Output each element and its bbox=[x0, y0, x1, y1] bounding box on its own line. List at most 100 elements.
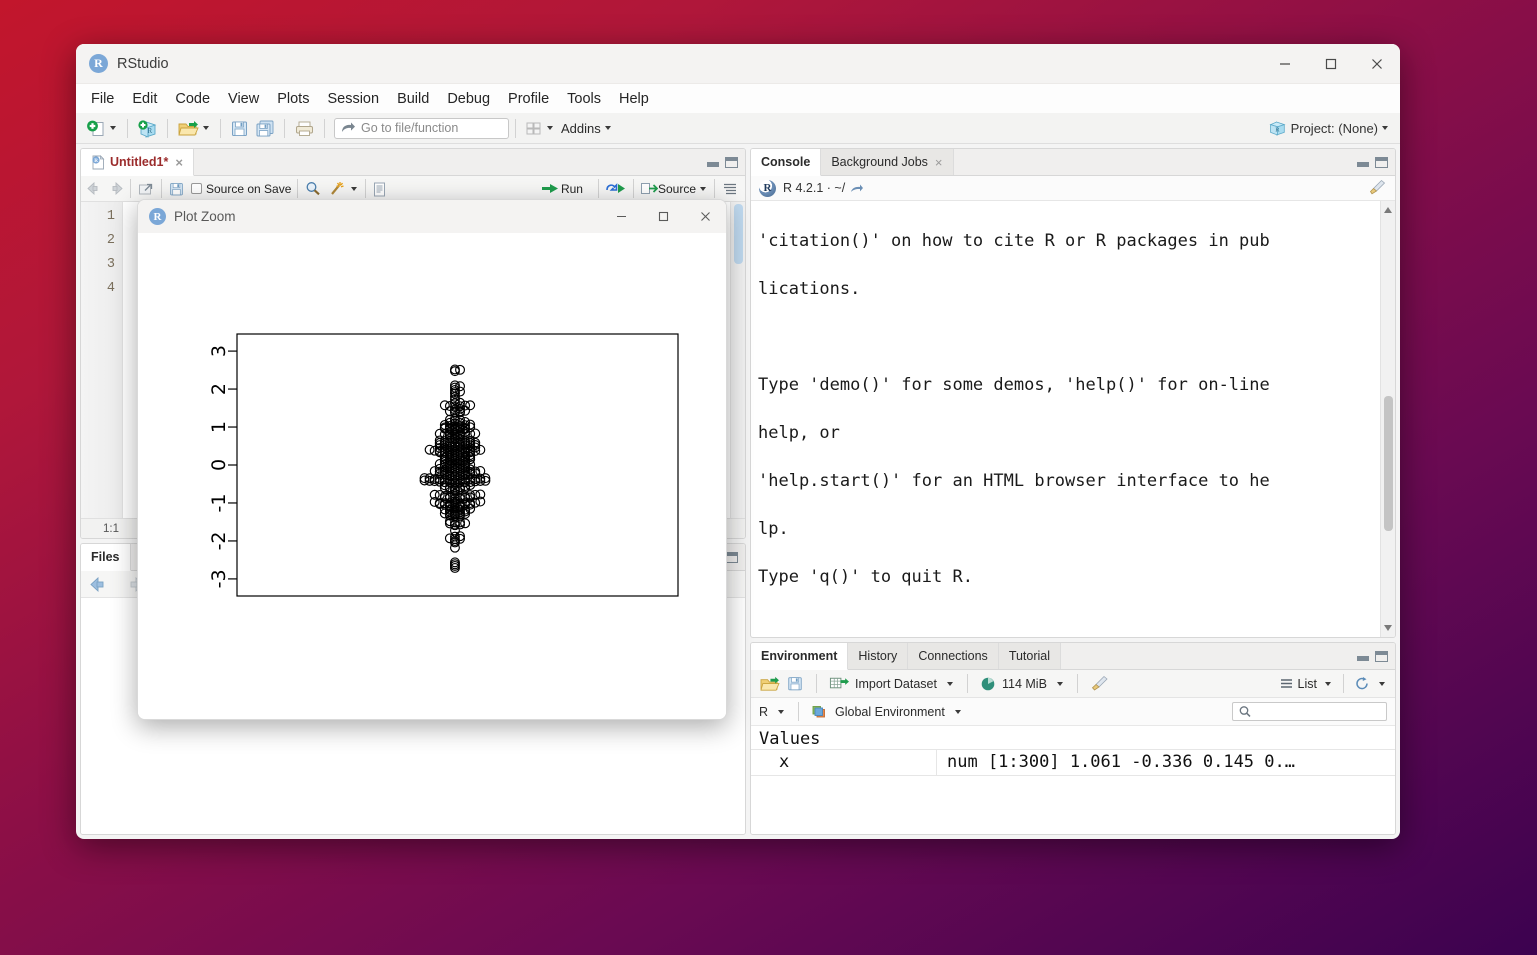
tab-environment[interactable]: Environment bbox=[751, 643, 849, 670]
tab-console[interactable]: Console bbox=[751, 149, 822, 176]
view-mode-caret-icon[interactable] bbox=[1325, 681, 1331, 686]
new-project-button[interactable]: R bbox=[134, 116, 161, 140]
minimize-pane-icon[interactable] bbox=[707, 158, 719, 167]
environment-scope-label[interactable]: Global Environment bbox=[835, 705, 945, 719]
workspace-panes-button[interactable] bbox=[522, 116, 558, 140]
menu-item-edit[interactable]: Edit bbox=[123, 88, 166, 110]
save-all-button[interactable] bbox=[252, 116, 278, 140]
menu-item-view[interactable]: View bbox=[219, 88, 268, 110]
import-dataset-label[interactable]: Import Dataset bbox=[855, 677, 937, 691]
addins-caret-icon[interactable] bbox=[604, 126, 611, 130]
memory-caret-icon[interactable] bbox=[1056, 681, 1063, 686]
environment-search-input[interactable] bbox=[1232, 702, 1387, 721]
project-selector[interactable]: R Project: (None) bbox=[1268, 120, 1400, 137]
source-on-save-checkbox[interactable] bbox=[191, 183, 202, 194]
minimize-pane-icon[interactable] bbox=[1357, 158, 1369, 167]
magic-wand-icon[interactable] bbox=[328, 180, 347, 197]
view-mode-label[interactable]: List bbox=[1298, 677, 1317, 691]
environment-language-label[interactable]: R bbox=[759, 705, 768, 719]
console-pane: Console Background Jobs × R R 4.2.1 · ~/ bbox=[750, 148, 1396, 638]
source-pane-controls bbox=[707, 149, 745, 175]
environment-row[interactable]: x num [1:300] 1.061 -0.336 0.145 0.… bbox=[751, 749, 1395, 776]
console-line: help, or bbox=[758, 423, 840, 443]
save-button[interactable] bbox=[227, 116, 252, 140]
window-minimize-button[interactable] bbox=[1262, 44, 1308, 84]
scope-caret-icon[interactable] bbox=[954, 709, 961, 714]
plot-zoom-close-button[interactable] bbox=[684, 200, 726, 233]
import-dataset-caret-icon[interactable] bbox=[946, 681, 953, 686]
outline-icon[interactable] bbox=[721, 181, 739, 196]
new-file-button[interactable] bbox=[83, 116, 121, 140]
source-tab-untitled1[interactable]: R Untitled1* × bbox=[81, 149, 194, 176]
menu-item-debug[interactable]: Debug bbox=[438, 88, 499, 110]
close-tab-icon[interactable]: × bbox=[935, 155, 943, 170]
save-workspace-icon[interactable] bbox=[786, 675, 804, 692]
back-arrow-icon[interactable] bbox=[89, 576, 111, 593]
window-close-button[interactable] bbox=[1354, 44, 1400, 84]
popout-arrow-icon[interactable] bbox=[849, 182, 864, 195]
menu-item-plots[interactable]: Plots bbox=[268, 88, 318, 110]
clear-console-icon[interactable] bbox=[1368, 179, 1395, 198]
menu-item-help[interactable]: Help bbox=[610, 88, 658, 110]
tab-files[interactable]: Files bbox=[81, 544, 131, 571]
maximize-pane-icon[interactable] bbox=[1375, 650, 1388, 662]
new-file-caret-icon[interactable] bbox=[110, 126, 116, 130]
tab-background-jobs[interactable]: Background Jobs × bbox=[821, 149, 954, 175]
open-file-caret-icon[interactable] bbox=[203, 126, 209, 130]
memory-usage-label[interactable]: 114 MiB bbox=[1002, 677, 1047, 691]
source-label[interactable]: Source bbox=[658, 182, 696, 196]
goto-file-function-input[interactable]: Go to file/function bbox=[334, 117, 509, 139]
addins-button[interactable]: Addins bbox=[558, 116, 616, 140]
menu-item-build[interactable]: Build bbox=[388, 88, 438, 110]
refresh-caret-icon[interactable] bbox=[1379, 681, 1385, 686]
run-label[interactable]: Run bbox=[561, 182, 583, 196]
maximize-pane-icon[interactable] bbox=[725, 156, 738, 168]
tab-tutorial[interactable]: Tutorial bbox=[998, 643, 1062, 669]
console-scrollbar-thumb[interactable] bbox=[1384, 396, 1393, 531]
popout-icon[interactable] bbox=[137, 181, 155, 197]
menu-item-profile[interactable]: Profile bbox=[499, 88, 558, 110]
menu-bar: File Edit Code View Plots Session Build … bbox=[76, 84, 1400, 113]
editor-scrollbar[interactable] bbox=[730, 202, 745, 518]
compile-report-icon[interactable] bbox=[372, 181, 387, 197]
project-caret-icon[interactable] bbox=[1382, 126, 1388, 130]
import-dataset-icon[interactable] bbox=[829, 675, 849, 692]
editor-scrollbar-thumb[interactable] bbox=[734, 204, 743, 264]
find-icon[interactable] bbox=[304, 180, 322, 197]
minimize-pane-icon[interactable] bbox=[1357, 652, 1369, 661]
window-maximize-button[interactable] bbox=[1308, 44, 1354, 84]
tab-history[interactable]: History bbox=[848, 643, 909, 669]
open-file-button[interactable] bbox=[174, 116, 214, 140]
menu-item-tools[interactable]: Tools bbox=[558, 88, 610, 110]
source-caret-icon[interactable] bbox=[700, 186, 706, 191]
toolbar-separator bbox=[1076, 674, 1078, 693]
broom-icon[interactable] bbox=[1090, 675, 1109, 692]
run-icon[interactable] bbox=[541, 181, 561, 196]
scroll-up-arrow-icon[interactable] bbox=[1384, 207, 1392, 213]
code-tools-caret-icon[interactable] bbox=[351, 186, 358, 191]
print-button[interactable] bbox=[291, 116, 318, 140]
right-pane-column: Console Background Jobs × R R 4.2.1 · ~/ bbox=[750, 148, 1396, 835]
tab-connections[interactable]: Connections bbox=[908, 643, 999, 669]
language-caret-icon[interactable] bbox=[778, 709, 785, 714]
console-scrollbar[interactable] bbox=[1380, 201, 1395, 637]
panes-caret-icon[interactable] bbox=[547, 126, 553, 130]
maximize-pane-icon[interactable] bbox=[1375, 156, 1388, 168]
menu-item-file[interactable]: File bbox=[82, 88, 123, 110]
back-arrow-icon[interactable] bbox=[86, 181, 105, 196]
refresh-icon[interactable] bbox=[1354, 676, 1371, 691]
save-icon[interactable] bbox=[168, 181, 185, 197]
forward-arrow-icon[interactable] bbox=[105, 181, 124, 196]
menu-item-code[interactable]: Code bbox=[166, 88, 219, 110]
rerun-icon[interactable] bbox=[605, 181, 627, 196]
source-icon[interactable] bbox=[640, 181, 658, 196]
load-workspace-icon[interactable] bbox=[759, 675, 780, 693]
console-output[interactable]: 'citation()' on how to cite R or R packa… bbox=[751, 201, 1395, 637]
menu-item-session[interactable]: Session bbox=[318, 88, 388, 110]
close-tab-icon[interactable]: × bbox=[175, 155, 183, 170]
console-tabstrip: Console Background Jobs × bbox=[751, 149, 1395, 176]
scroll-down-arrow-icon[interactable] bbox=[1384, 625, 1392, 631]
list-view-icon[interactable] bbox=[1279, 677, 1294, 690]
plot-zoom-maximize-button[interactable] bbox=[642, 200, 684, 233]
plot-zoom-minimize-button[interactable] bbox=[600, 200, 642, 233]
